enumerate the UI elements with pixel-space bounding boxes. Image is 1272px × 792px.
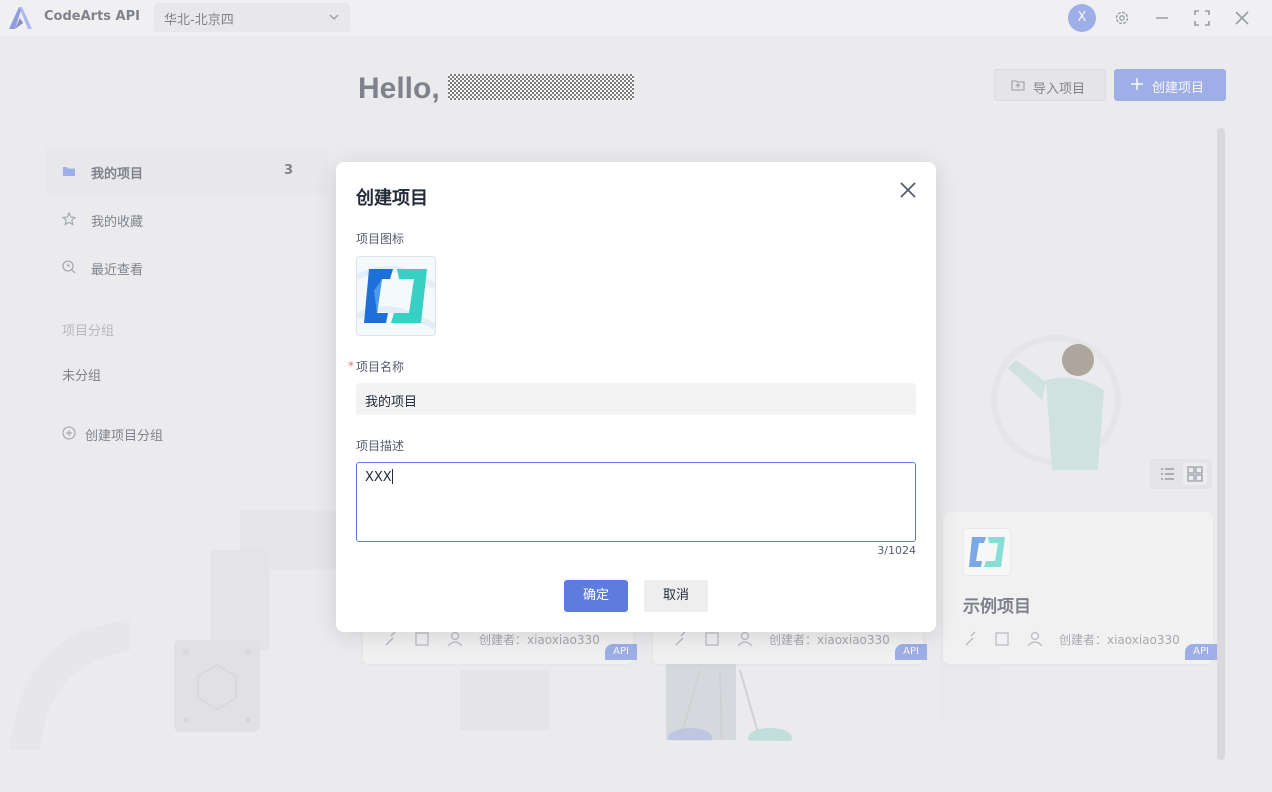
project-desc-label: 项目描述 — [356, 439, 405, 453]
project-name-label: 项目名称 — [356, 360, 405, 374]
project-logo-icon — [357, 266, 435, 330]
cancel-button[interactable]: 取消 — [644, 580, 708, 612]
project-desc-textarea[interactable]: XXX — [356, 462, 916, 542]
project-name-input[interactable]: 我的项目 — [356, 383, 916, 415]
project-desc-value: XXX — [365, 470, 392, 485]
create-project-dialog: 创建项目 项目图标 * 项目名称 我的项目 项目描述 XXX 3/1024 确定… — [336, 162, 936, 632]
project-icon-picker[interactable] — [356, 256, 436, 336]
dialog-title: 创建项目 — [356, 188, 428, 209]
required-mark: * — [348, 359, 354, 373]
close-icon[interactable] — [898, 180, 918, 200]
project-icon-label: 项目图标 — [356, 232, 405, 246]
char-counter: 3/1024 — [877, 544, 916, 557]
confirm-button[interactable]: 确定 — [564, 580, 628, 612]
text-caret — [391, 469, 393, 484]
